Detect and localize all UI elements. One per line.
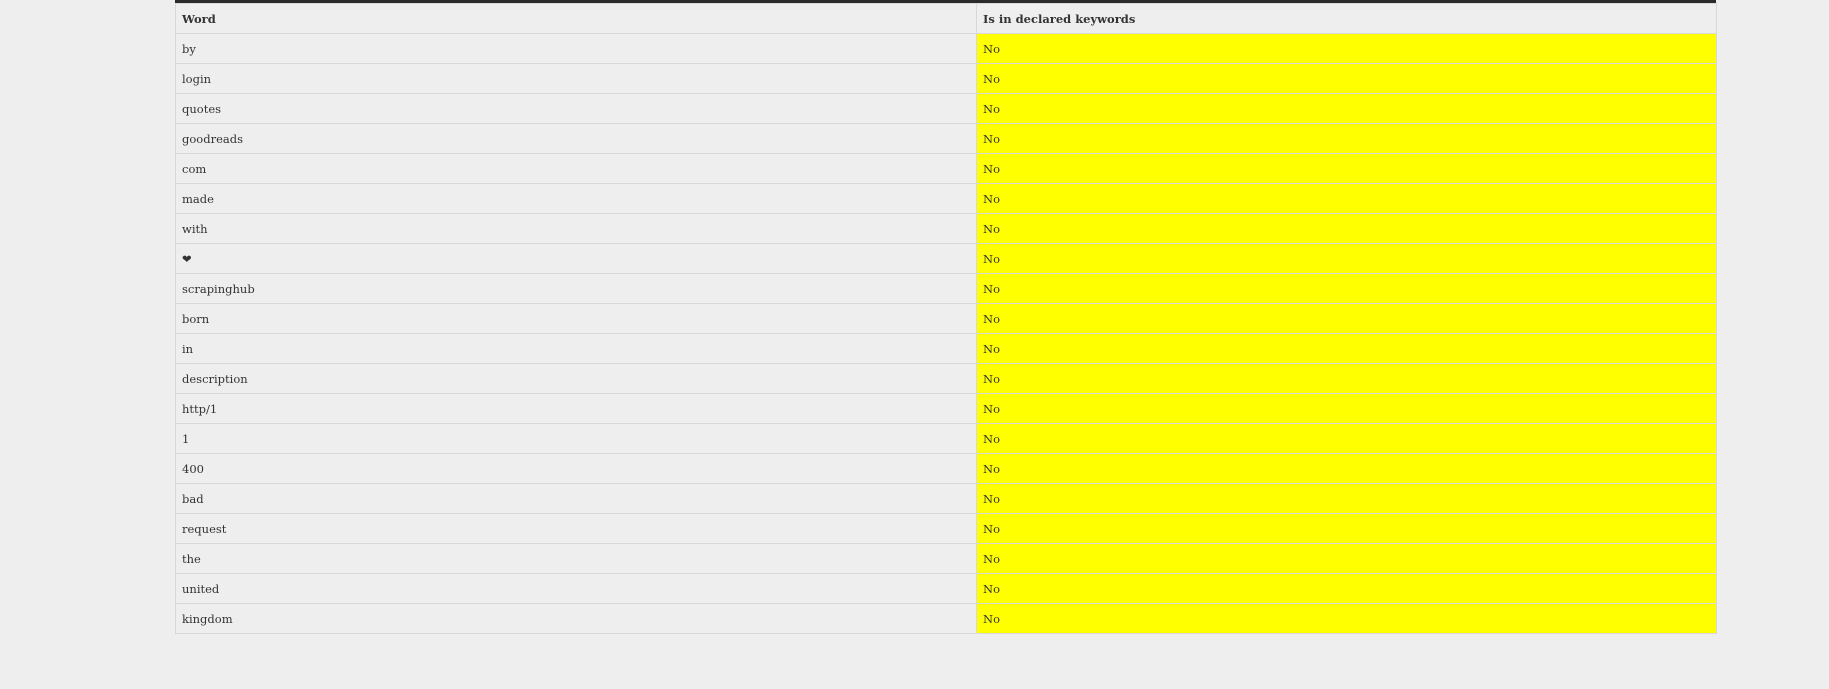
table-row: quotes No	[175, 93, 1717, 124]
table-row: scrapinghub No	[175, 273, 1717, 304]
declared-status-cell: No	[976, 243, 1717, 274]
table-row: with No	[175, 213, 1717, 244]
word-cell: login	[175, 63, 977, 94]
page: Word Is in declared keywords by No login No…	[0, 0, 1829, 689]
declared-status-cell: No	[976, 93, 1717, 124]
table-row: made No	[175, 183, 1717, 214]
declared-status-cell: No	[976, 453, 1717, 484]
keywords-table-container: Word Is in declared keywords by No login No…	[175, 3, 1717, 634]
word-cell: by	[175, 33, 977, 64]
word-cell: the	[175, 543, 977, 574]
declared-status-cell: No	[976, 333, 1717, 364]
declared-status-cell: No	[976, 153, 1717, 184]
declared-status-cell: No	[976, 573, 1717, 604]
word-cell: quotes	[175, 93, 977, 124]
declared-status-cell: No	[976, 483, 1717, 514]
declared-status-cell: No	[976, 363, 1717, 394]
table-row: http/1 No	[175, 393, 1717, 424]
word-cell: com	[175, 153, 977, 184]
word-cell: description	[175, 363, 977, 394]
declared-status-cell: No	[976, 543, 1717, 574]
word-cell: request	[175, 513, 977, 544]
declared-status-cell: No	[976, 33, 1717, 64]
declared-status-cell: No	[976, 123, 1717, 154]
table-row: the No	[175, 543, 1717, 574]
table-row: bad No	[175, 483, 1717, 514]
table-row: login No	[175, 63, 1717, 94]
declared-status-cell: No	[976, 273, 1717, 304]
table-row: united No	[175, 573, 1717, 604]
word-cell: bad	[175, 483, 977, 514]
keywords-table: Word Is in declared keywords by No login No…	[175, 3, 1717, 634]
column-header-declared: Is in declared keywords	[976, 3, 1717, 34]
table-row: born No	[175, 303, 1717, 334]
column-header-word: Word	[175, 3, 977, 34]
word-cell: born	[175, 303, 977, 334]
word-cell: ❤	[175, 243, 977, 274]
table-row: kingdom No	[175, 603, 1717, 634]
table-row: description No	[175, 363, 1717, 394]
table-row: 1 No	[175, 423, 1717, 454]
declared-status-cell: No	[976, 303, 1717, 334]
declared-status-cell: No	[976, 513, 1717, 544]
table-row: ❤ No	[175, 243, 1717, 274]
declared-status-cell: No	[976, 183, 1717, 214]
word-cell: kingdom	[175, 603, 977, 634]
word-cell: scrapinghub	[175, 273, 977, 304]
word-cell: http/1	[175, 393, 977, 424]
declared-status-cell: No	[976, 213, 1717, 244]
table-header-row: Word Is in declared keywords	[175, 3, 1717, 34]
declared-status-cell: No	[976, 603, 1717, 634]
table-row: 400 No	[175, 453, 1717, 484]
word-cell: in	[175, 333, 977, 364]
table-row: request No	[175, 513, 1717, 544]
word-cell: 400	[175, 453, 977, 484]
declared-status-cell: No	[976, 423, 1717, 454]
table-row: by No	[175, 33, 1717, 64]
table-row: com No	[175, 153, 1717, 184]
declared-status-cell: No	[976, 63, 1717, 94]
word-cell: united	[175, 573, 977, 604]
word-cell: with	[175, 213, 977, 244]
word-cell: made	[175, 183, 977, 214]
word-cell: goodreads	[175, 123, 977, 154]
declared-status-cell: No	[976, 393, 1717, 424]
word-cell: 1	[175, 423, 977, 454]
table-row: in No	[175, 333, 1717, 364]
table-row: goodreads No	[175, 123, 1717, 154]
